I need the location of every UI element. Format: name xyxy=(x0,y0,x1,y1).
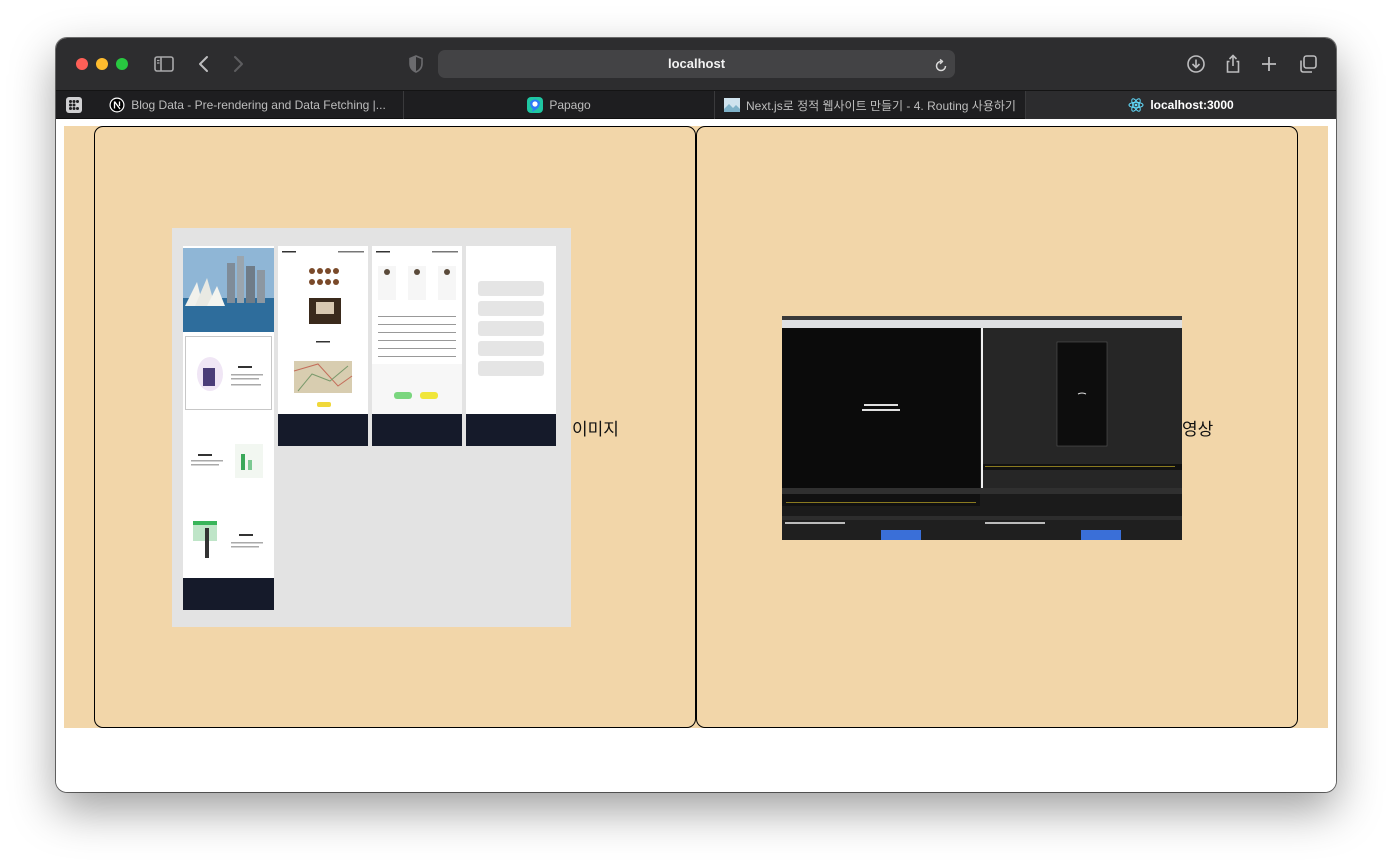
mockup-page-home xyxy=(183,246,274,610)
video-card[interactable]: 영상 xyxy=(696,126,1298,728)
video-player[interactable] xyxy=(782,316,1182,540)
tab-blog-data[interactable]: Blog Data - Pre-rendering and Data Fetch… xyxy=(92,91,403,119)
tab-nextjs-routing[interactable]: Next.js로 정적 웹사이트 만들기 - 4. Routing 사용하기 xyxy=(714,91,1025,119)
tab-groups-icon[interactable] xyxy=(66,97,82,113)
tab-title: localhost:3000 xyxy=(1150,98,1234,112)
browser-window: localhost Blog Data - Pre-rendering and … xyxy=(56,38,1336,792)
downloads-icon[interactable] xyxy=(1184,52,1208,76)
reload-icon[interactable] xyxy=(933,56,949,72)
thumbnail-icon xyxy=(724,97,741,113)
tab-title: Next.js로 정적 웹사이트 만들기 - 4. Routing 사용하기 xyxy=(746,98,1016,113)
back-icon[interactable] xyxy=(192,52,216,76)
mockup-page-pricing xyxy=(372,246,462,446)
tab-localhost[interactable]: localhost:3000 xyxy=(1025,91,1336,119)
video-label: 영상 xyxy=(1182,420,1214,440)
privacy-shield-icon[interactable] xyxy=(404,52,428,76)
browser-toolbar: localhost xyxy=(56,38,1336,90)
nextjs-icon xyxy=(109,97,125,113)
mockup-page-menu xyxy=(278,246,368,446)
address-bar-url: localhost xyxy=(667,56,726,71)
tab-bar: Blog Data - Pre-rendering and Data Fetch… xyxy=(56,90,1336,119)
zoom-window-button[interactable] xyxy=(116,58,128,70)
new-tab-icon[interactable] xyxy=(1257,52,1281,76)
tab-papago[interactable]: Papago xyxy=(403,91,714,119)
media-grid: 이미지 영상 xyxy=(64,126,1328,728)
address-bar[interactable]: localhost xyxy=(438,50,955,78)
sidebar-toggle-icon[interactable] xyxy=(152,52,176,76)
tab-title: Blog Data - Pre-rendering and Data Fetch… xyxy=(131,98,386,112)
page-viewport: 이미지 영상 xyxy=(56,119,1336,792)
image-label: 이미지 xyxy=(572,420,619,440)
mockup-page-form xyxy=(466,246,556,446)
papago-icon xyxy=(527,97,544,113)
minimize-window-button[interactable] xyxy=(96,58,108,70)
share-icon[interactable] xyxy=(1221,52,1245,76)
close-window-button[interactable] xyxy=(76,58,88,70)
tab-title: Papago xyxy=(549,98,591,112)
forward-icon[interactable] xyxy=(226,52,250,76)
image-thumbnail xyxy=(172,228,571,627)
react-icon xyxy=(1128,97,1144,113)
tab-overview-icon[interactable] xyxy=(1296,52,1320,76)
image-card[interactable]: 이미지 xyxy=(94,126,696,728)
